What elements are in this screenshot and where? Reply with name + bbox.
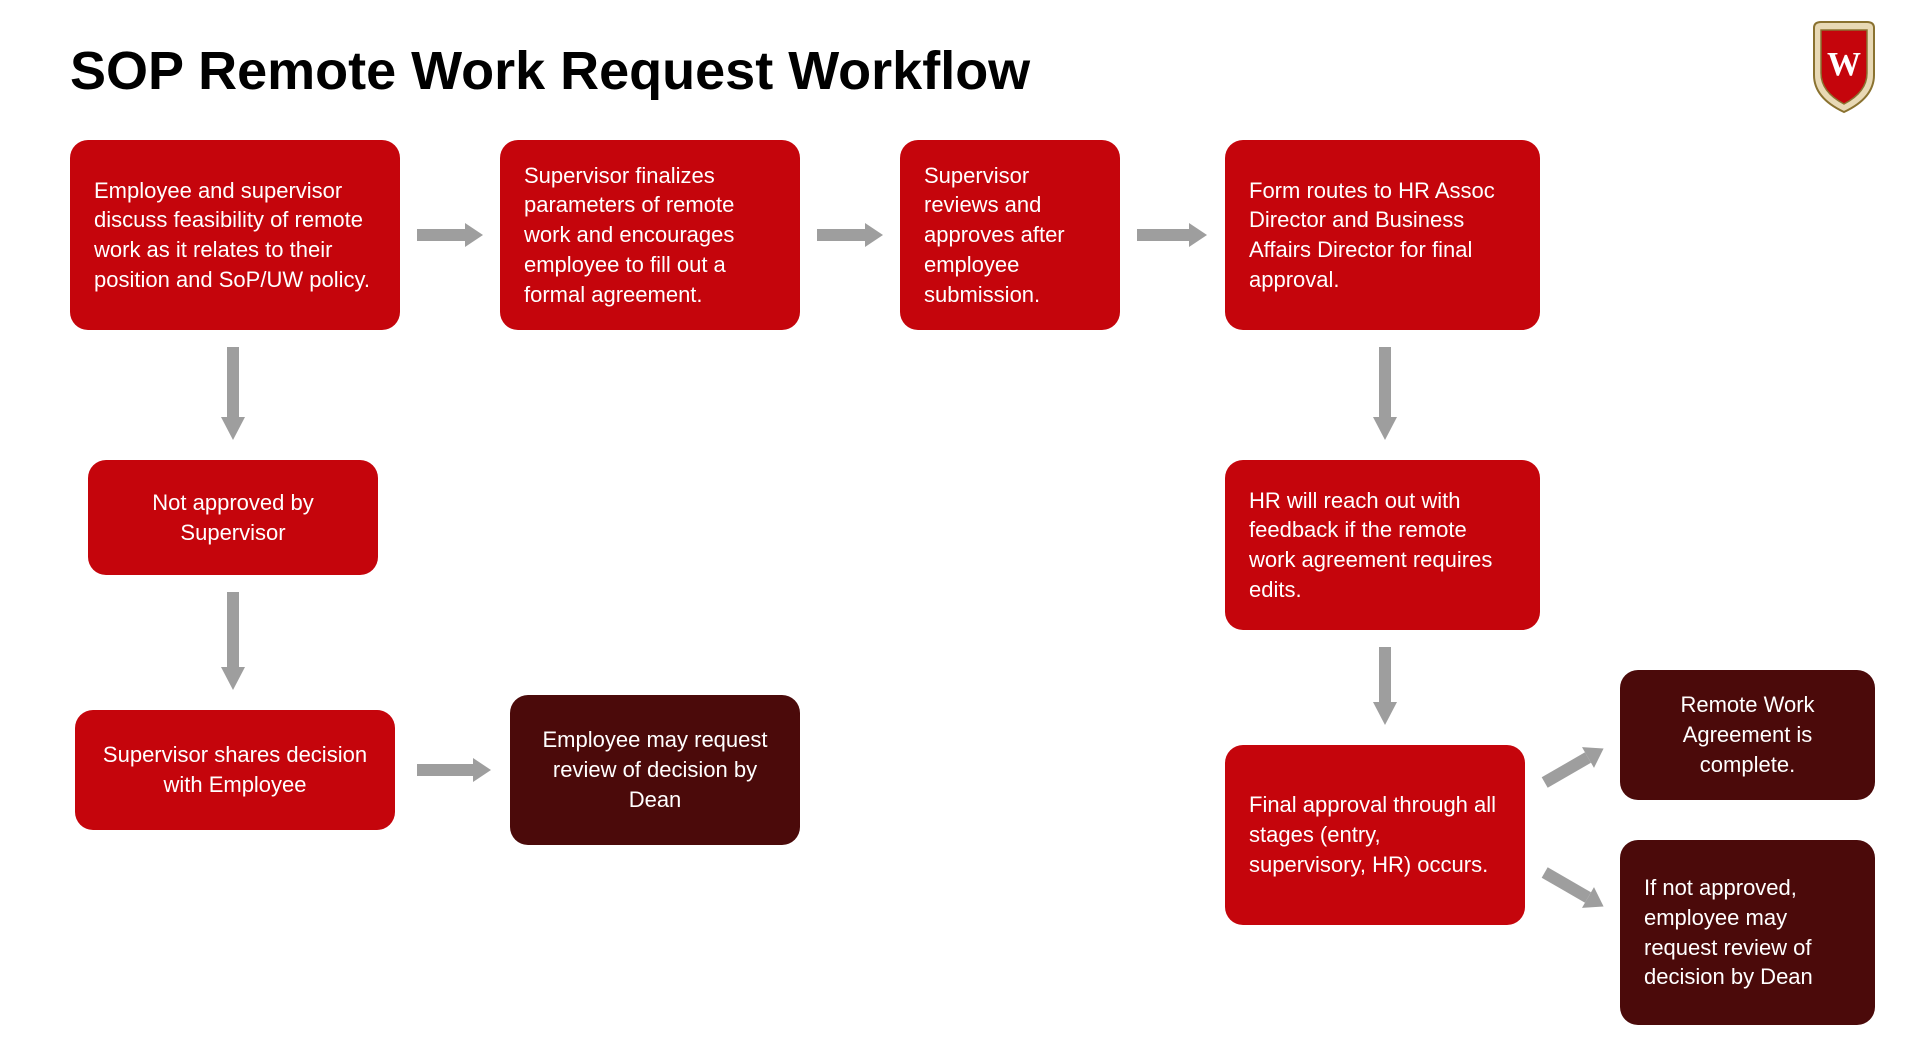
arrow-right-icon [815,215,885,255]
arrow-down-icon [1365,645,1405,730]
step-routes-to-hr: Form routes to HR Assoc Director and Bus… [1225,140,1540,330]
arrow-down-icon [1365,345,1405,445]
step-agreement-complete: Remote Work Agreement is complete. [1620,670,1875,800]
step-supervisor-shares: Supervisor shares decision with Employee [75,710,395,830]
arrow-right-icon [415,215,485,255]
step-final-approval: Final approval through all stages (entry… [1225,745,1525,925]
box-text: Supervisor reviews and approves after em… [924,161,1096,309]
box-text: Employee and supervisor discuss feasibil… [94,176,376,295]
arrow-diagonal-down-icon [1535,860,1615,920]
box-text: If not approved, employee may request re… [1644,873,1851,992]
box-text: Final approval through all stages (entry… [1249,790,1501,879]
uw-crest-logo: W [1809,20,1879,115]
box-text: Remote Work Agreement is complete. [1644,690,1851,779]
step-hr-feedback: HR will reach out with feedback if the r… [1225,460,1540,630]
box-text: Form routes to HR Assoc Director and Bus… [1249,176,1516,295]
step-supervisor-reviews: Supervisor reviews and approves after em… [900,140,1120,330]
box-text: Not approved by Supervisor [112,488,354,547]
step-discuss-feasibility: Employee and supervisor discuss feasibil… [70,140,400,330]
arrow-down-icon [213,345,253,445]
arrow-diagonal-up-icon [1535,735,1615,795]
arrow-down-icon [213,590,253,695]
box-text: Employee may request review of decision … [534,725,776,814]
logo-letter: W [1827,46,1861,83]
box-text: Supervisor finalizes parameters of remot… [524,161,776,309]
step-not-approved-review: If not approved, employee may request re… [1620,840,1875,1025]
arrow-right-icon [1135,215,1210,255]
box-text: HR will reach out with feedback if the r… [1249,486,1516,605]
box-text: Supervisor shares decision with Employee [99,740,371,799]
step-not-approved: Not approved by Supervisor [88,460,378,575]
step-request-review-dean: Employee may request review of decision … [510,695,800,845]
step-finalize-parameters: Supervisor finalizes parameters of remot… [500,140,800,330]
page-title: SOP Remote Work Request Workflow [70,40,1030,102]
arrow-right-icon [415,750,495,790]
